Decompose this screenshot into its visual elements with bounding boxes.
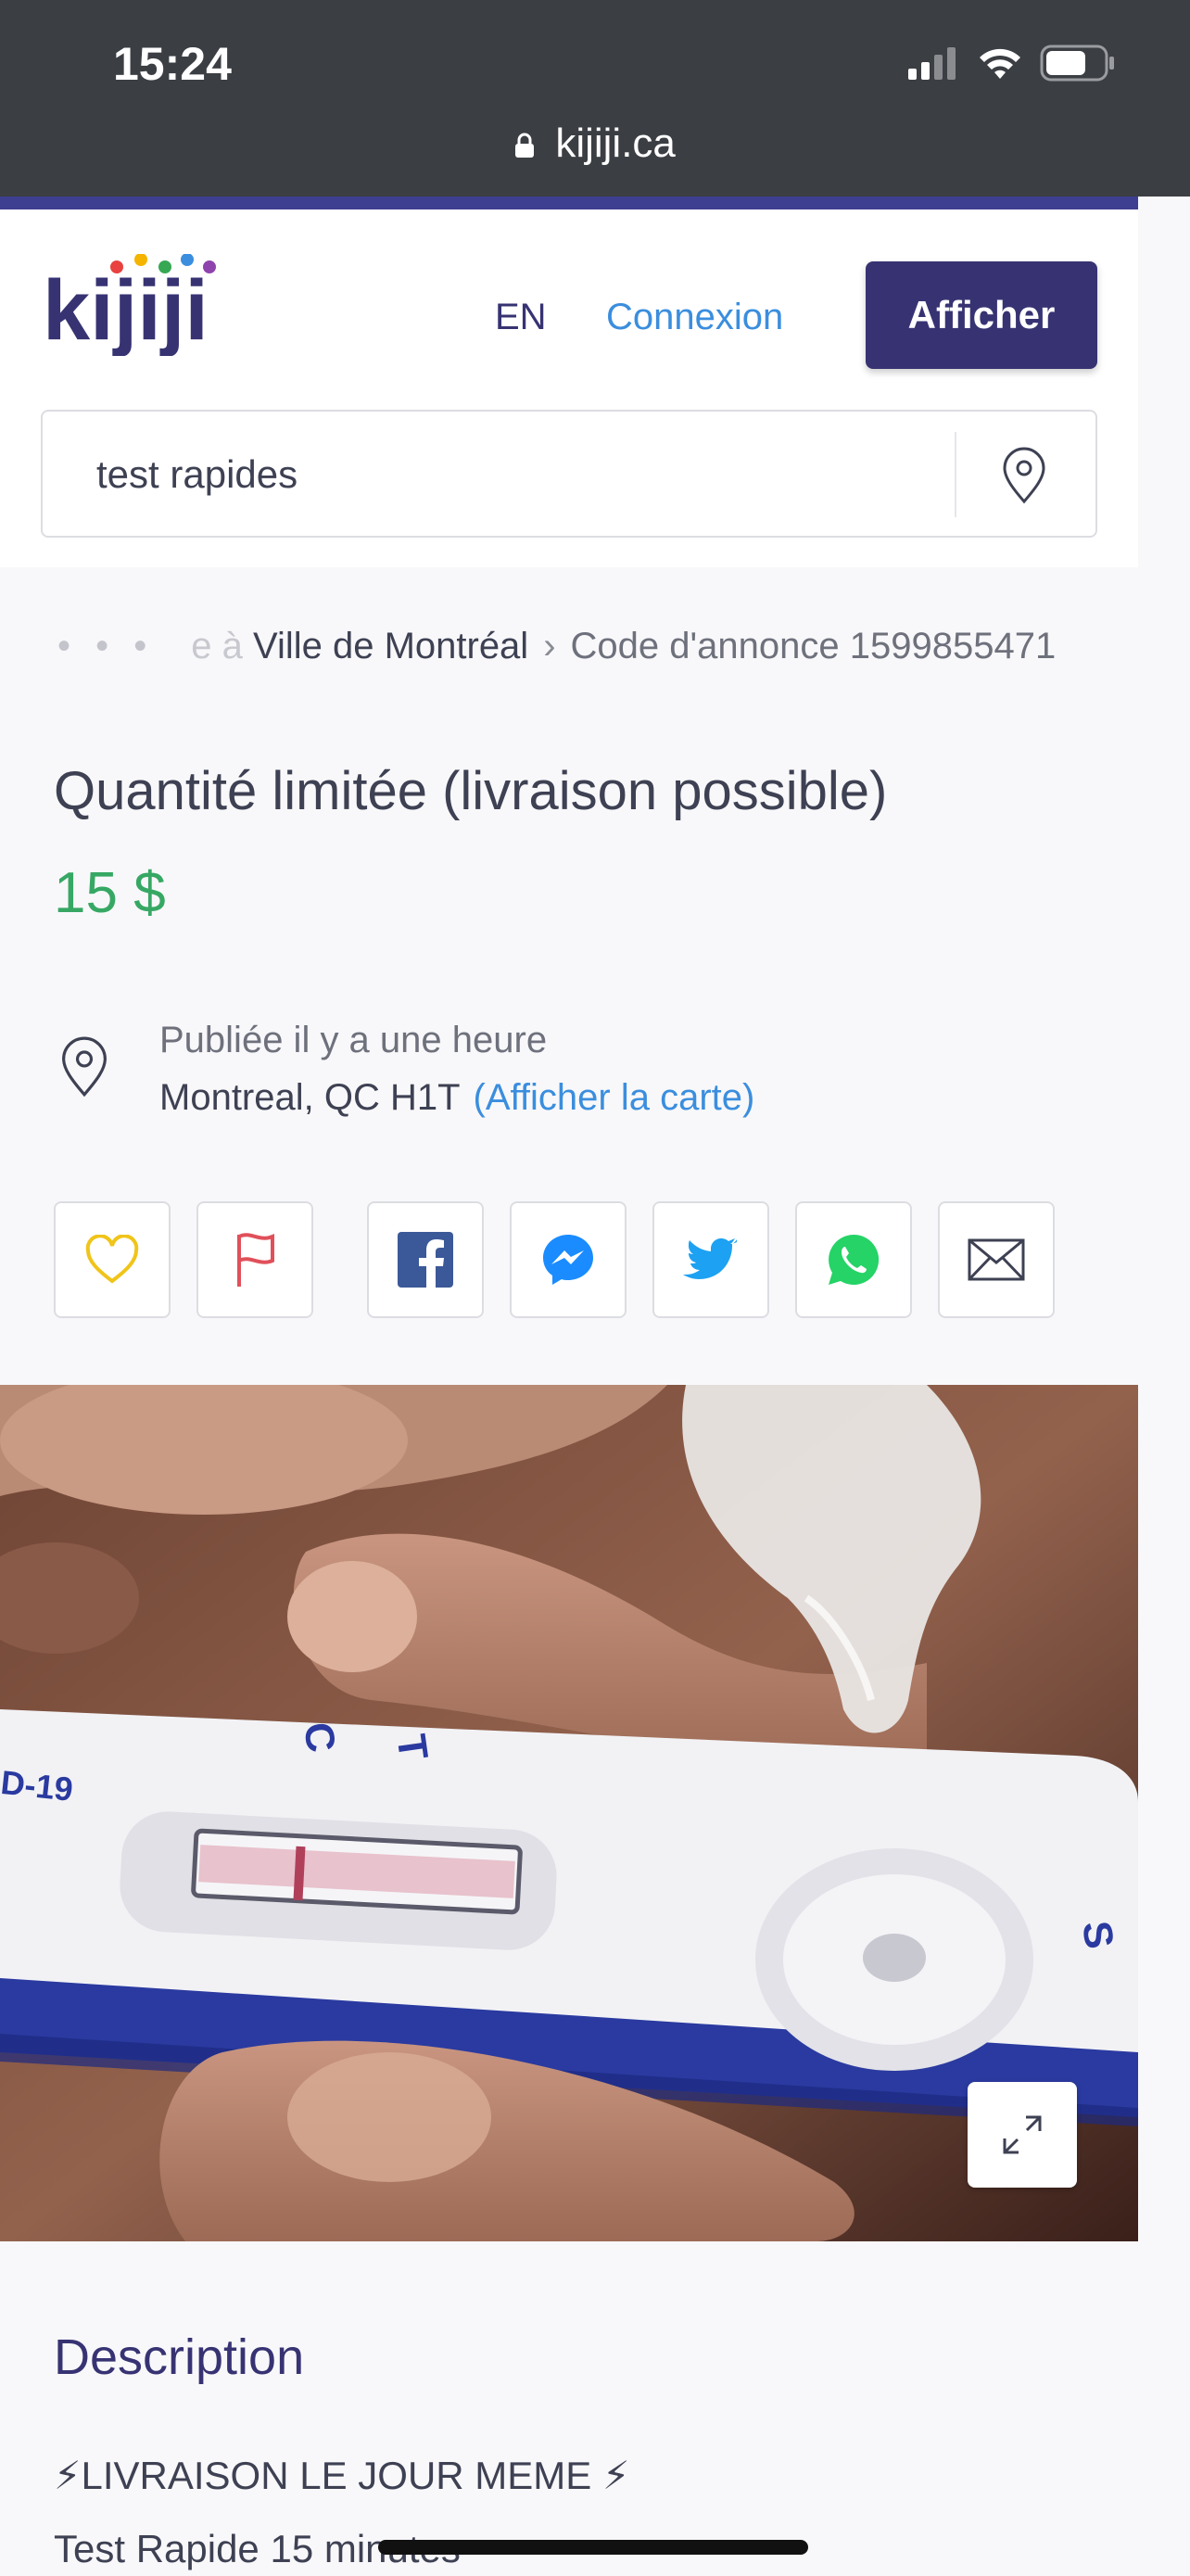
- heart-icon: [85, 1235, 139, 1284]
- kijiji-logo[interactable]: kijiji: [43, 254, 237, 356]
- post-ad-button[interactable]: Afficher: [866, 261, 1097, 369]
- url-bar[interactable]: kijiji.ca: [0, 121, 1190, 167]
- share-email-button[interactable]: [938, 1201, 1055, 1318]
- whatsapp-icon: [829, 1234, 880, 1285]
- listing-title: Quantité limitée (livraison possible): [54, 761, 888, 821]
- location-pin-icon: [62, 1036, 107, 1098]
- wifi-icon: [980, 48, 1020, 79]
- listing-price: 15 $: [54, 861, 166, 925]
- breadcrumb-ellipsis[interactable]: • • •: [57, 626, 154, 667]
- share-twitter-button[interactable]: [652, 1201, 769, 1318]
- breadcrumb: • • • e à Ville de Montréal › Code d'ann…: [57, 626, 1056, 667]
- breadcrumb-faded[interactable]: e à: [191, 626, 243, 667]
- signal-icon: [908, 47, 956, 80]
- login-link[interactable]: Connexion: [606, 297, 783, 338]
- status-time: 15:24: [113, 38, 232, 90]
- lock-icon: [515, 133, 535, 159]
- share-facebook-button[interactable]: [367, 1201, 484, 1318]
- search-divider: [955, 432, 956, 517]
- breadcrumb-separator: ›: [543, 626, 556, 666]
- status-icons: [908, 44, 1116, 82]
- search-bar[interactable]: test rapides: [41, 410, 1097, 538]
- favorite-button[interactable]: [54, 1201, 171, 1318]
- location-text: Montreal, QC H1T: [159, 1077, 461, 1118]
- battery-icon: [1040, 44, 1114, 82]
- url-text: kijiji.ca: [555, 121, 676, 166]
- listing-location: Montreal, QC H1T (Afficher la carte): [159, 1077, 754, 1119]
- svg-text:kijiji: kijiji: [43, 263, 209, 356]
- report-button[interactable]: [196, 1201, 313, 1318]
- location-pin-icon[interactable]: [1001, 447, 1047, 504]
- description-heading: Description: [54, 2329, 305, 2385]
- share-whatsapp-button[interactable]: [795, 1201, 912, 1318]
- listing-photo[interactable]: C T S D-19: [0, 1385, 1138, 2241]
- covid-label: D-19: [0, 1763, 75, 1808]
- status-bar: 15:24 kijiji.ca: [0, 0, 1190, 197]
- share-messenger-button[interactable]: [510, 1201, 627, 1318]
- posted-time: Publiée il y a une heure: [159, 1020, 548, 1060]
- ad-code: Code d'annonce 1599855471: [570, 626, 1057, 666]
- home-indicator: [378, 2540, 808, 2555]
- language-toggle[interactable]: EN: [495, 297, 547, 338]
- control-line-label: C: [295, 1719, 344, 1755]
- facebook-icon: [398, 1232, 453, 1288]
- description-line: ⚡LIVRAISON LE JOUR MEME ⚡: [54, 2454, 630, 2497]
- action-buttons: [0, 1201, 1190, 1320]
- expand-icon: [1003, 2115, 1042, 2154]
- site-header: kijiji EN Connexion Afficher test rapide…: [0, 197, 1138, 567]
- twitter-icon: [683, 1238, 737, 1279]
- search-input[interactable]: test rapides: [96, 452, 298, 497]
- flag-icon: [237, 1233, 274, 1287]
- mail-icon: [968, 1238, 1025, 1281]
- breadcrumb-city[interactable]: Ville de Montréal: [253, 626, 528, 667]
- expand-photo-button[interactable]: [968, 2082, 1077, 2188]
- show-map-link[interactable]: (Afficher la carte): [474, 1077, 755, 1118]
- messenger-icon: [543, 1235, 593, 1285]
